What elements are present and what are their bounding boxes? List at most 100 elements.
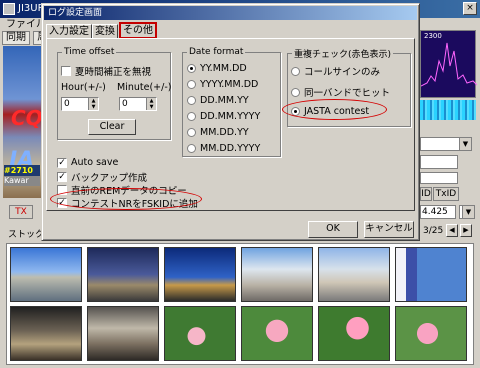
dup-check-option[interactable]: コールサインのみ bbox=[291, 64, 380, 78]
rp-txid-button[interactable]: TxID bbox=[433, 187, 459, 201]
right-panel-combo[interactable]: ▼ bbox=[420, 137, 472, 151]
tab-other[interactable]: その他 bbox=[119, 22, 157, 39]
date-format-option-label: YY.MM.DD bbox=[200, 63, 247, 74]
hour-spinner[interactable]: 0 ▲ ▼ bbox=[61, 97, 99, 111]
tab-panel-other: Time offset 夏時間補正を無視 Hour(+/-) Minute(+/… bbox=[46, 38, 415, 211]
thumbnail[interactable] bbox=[318, 247, 390, 302]
right-panel-field-2[interactable] bbox=[420, 172, 458, 184]
spinner-arrows-icon[interactable]: ▲ ▼ bbox=[88, 98, 98, 110]
checkbox-box[interactable] bbox=[61, 66, 71, 76]
spectrum-label: 2300 bbox=[424, 32, 442, 40]
live-image-text-a: CQ bbox=[11, 106, 41, 130]
hour-label: Hour(+/-) bbox=[61, 82, 106, 93]
date-format-option[interactable]: YY.MM.DD bbox=[187, 63, 247, 74]
minute-label: Minute(+/-) bbox=[117, 82, 172, 93]
checkbox-box[interactable]: ✓ bbox=[57, 157, 67, 168]
dialog-title: ログ設定画面 bbox=[48, 8, 103, 18]
date-format-option-label: YYYY.MM.DD bbox=[200, 79, 259, 90]
checkbox-box[interactable] bbox=[57, 185, 67, 195]
thumbnail[interactable] bbox=[87, 247, 159, 302]
spectrum-display bbox=[420, 30, 478, 98]
minute-value[interactable]: 0 bbox=[122, 99, 128, 109]
prev-page-button[interactable]: ◀ bbox=[446, 224, 458, 237]
backup-label: バックアップ作成 bbox=[71, 173, 148, 184]
thumbnail-grid bbox=[6, 243, 474, 365]
cancel-button[interactable]: キャンセル bbox=[364, 221, 414, 238]
minute-spinner[interactable]: 0 ▲ ▼ bbox=[119, 97, 157, 111]
contest-nr-label: コンテストNRをFSKIDに追加 bbox=[71, 199, 198, 210]
radio-button[interactable] bbox=[187, 128, 196, 137]
radio-button[interactable] bbox=[187, 96, 196, 105]
auto-save-label: Auto save bbox=[71, 157, 119, 168]
ok-button[interactable]: OK bbox=[308, 221, 358, 238]
date-format-option[interactable]: MM.DD.YYYY bbox=[187, 143, 260, 154]
radio-button[interactable] bbox=[187, 64, 196, 73]
date-format-option[interactable]: DD.MM.YY bbox=[187, 95, 249, 106]
thumbnail[interactable] bbox=[395, 306, 467, 361]
waterfall-strip bbox=[420, 100, 476, 120]
dup-check-legend: 重複チェック(赤色表示) bbox=[294, 50, 392, 60]
live-city: Kawar bbox=[4, 176, 40, 186]
app-tab-sync[interactable]: 同期 bbox=[2, 31, 30, 45]
radio-button[interactable] bbox=[291, 87, 300, 97]
dialog-title-bar: ログ設定画面 bbox=[44, 6, 417, 20]
live-callsign: #2710 bbox=[4, 165, 40, 176]
app-icon bbox=[3, 3, 15, 15]
date-format-legend: Date format bbox=[189, 47, 244, 57]
log-settings-dialog: ログ設定画面 入力設定 変換 その他 Time offset 夏時間補正を無視 Ho… bbox=[41, 3, 420, 241]
triangle-left-icon: ◀ bbox=[449, 226, 455, 234]
copy-rem-checkbox[interactable]: 直前のREMデータのコピー bbox=[57, 183, 187, 197]
radio-button[interactable] bbox=[187, 112, 196, 121]
ignore-dst-checkbox[interactable]: 夏時間補正を無視 bbox=[61, 64, 151, 78]
thumbnail[interactable] bbox=[241, 306, 313, 361]
thumbnail[interactable] bbox=[10, 306, 82, 361]
thumbnail[interactable] bbox=[395, 247, 467, 302]
thumbnail[interactable] bbox=[318, 306, 390, 361]
app-close-button[interactable]: × bbox=[463, 2, 477, 15]
tab-input-settings[interactable]: 入力設定 bbox=[46, 24, 92, 39]
dup-check-option[interactable]: 同一バンドでヒット bbox=[291, 85, 390, 99]
rp-id-button[interactable]: ID bbox=[420, 187, 432, 201]
chevron-down-icon[interactable]: ▼ bbox=[459, 138, 471, 150]
dup-check-option[interactable]: JASTA contest bbox=[291, 106, 369, 117]
spinner-arrows-icon[interactable]: ▲ ▼ bbox=[146, 98, 156, 110]
triangle-right-icon: ▶ bbox=[463, 226, 469, 234]
thumbnail[interactable] bbox=[87, 306, 159, 361]
dup-check-option-label: コールサインのみ bbox=[304, 67, 381, 78]
time-offset-legend: Time offset bbox=[64, 47, 115, 57]
tab-conversion[interactable]: 変換 bbox=[92, 24, 118, 39]
date-format-option-label: DD.MM.YYYY bbox=[200, 111, 261, 122]
radio-button[interactable] bbox=[291, 66, 300, 76]
radio-button[interactable] bbox=[187, 80, 196, 89]
checkbox-box[interactable]: ✓ bbox=[57, 198, 67, 208]
copy-rem-label: 直前のREMデータのコピー bbox=[71, 186, 187, 197]
date-format-option[interactable]: YYYY.MM.DD bbox=[187, 79, 258, 90]
thumbnail[interactable] bbox=[10, 247, 82, 302]
hour-value[interactable]: 0 bbox=[64, 99, 70, 109]
contest-nr-checkbox[interactable]: ✓ コンテストNRをFSKIDに追加 bbox=[57, 196, 198, 210]
auto-save-checkbox[interactable]: ✓ Auto save bbox=[57, 157, 118, 168]
radio-button[interactable] bbox=[291, 107, 300, 116]
date-format-option-label: MM.DD.YY bbox=[200, 127, 249, 138]
next-page-button[interactable]: ▶ bbox=[460, 224, 472, 237]
date-format-option[interactable]: DD.MM.YYYY bbox=[187, 111, 260, 122]
tx-button[interactable]: TX bbox=[9, 205, 33, 219]
thumbnail[interactable] bbox=[241, 247, 313, 302]
chevron-down-icon[interactable]: ▼ bbox=[462, 206, 474, 218]
freq-combo[interactable]: ▼ bbox=[459, 205, 475, 219]
thumbnail[interactable] bbox=[164, 306, 236, 361]
radio-button[interactable] bbox=[187, 144, 196, 153]
checkbox-box[interactable]: ✓ bbox=[57, 172, 67, 182]
backup-checkbox[interactable]: ✓ バックアップ作成 bbox=[57, 170, 147, 184]
ignore-dst-label: 夏時間補正を無視 bbox=[75, 67, 152, 78]
thumbnail[interactable] bbox=[164, 247, 236, 302]
page-indicator: 3/25 bbox=[423, 226, 444, 236]
dup-check-option-label: JASTA contest bbox=[304, 106, 370, 117]
dup-check-option-label: 同一バンドでヒット bbox=[304, 88, 390, 99]
dialog-tabbar: 入力設定 変換 その他 bbox=[46, 22, 157, 39]
clear-button[interactable]: Clear bbox=[88, 119, 136, 135]
frequency-field[interactable]: 4.425 bbox=[420, 205, 456, 219]
right-panel-field[interactable] bbox=[420, 155, 458, 169]
date-format-option[interactable]: MM.DD.YY bbox=[187, 127, 249, 138]
date-format-option-label: DD.MM.YY bbox=[200, 95, 249, 106]
